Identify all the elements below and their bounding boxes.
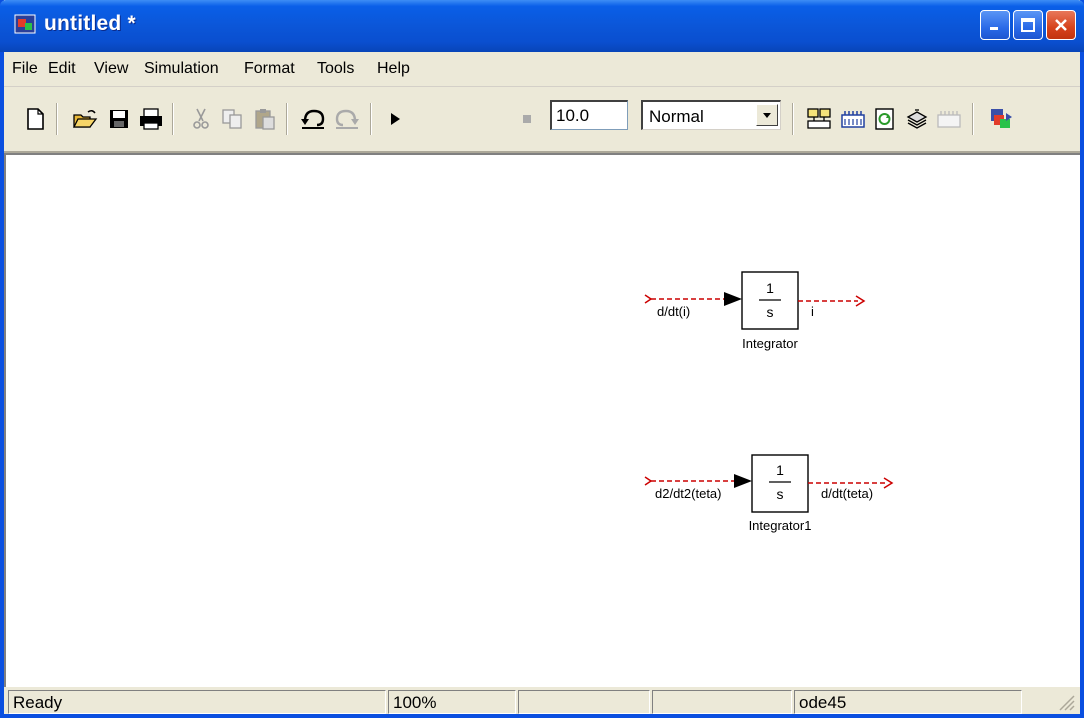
status-cell-empty xyxy=(518,690,650,714)
toolbar-separator xyxy=(370,103,372,135)
toggle-icon xyxy=(991,109,1012,128)
build-button[interactable] xyxy=(804,105,834,133)
open-icon xyxy=(72,109,98,128)
model-explorer-button[interactable] xyxy=(902,105,932,133)
new-model-icon xyxy=(27,108,44,130)
toggle-button[interactable] xyxy=(986,105,1016,133)
start-simulation-icon xyxy=(391,113,400,125)
input-signal-label: d/dt(i) xyxy=(657,304,690,319)
debug-button[interactable] xyxy=(934,105,964,133)
copy-icon xyxy=(222,109,242,129)
minimize-icon xyxy=(990,27,998,30)
menu-view[interactable]: View xyxy=(94,60,128,78)
input-signal-label: d2/dt2(teta) xyxy=(655,486,722,501)
print-icon xyxy=(140,108,162,130)
maximize-icon xyxy=(1021,18,1035,32)
input-port-icon xyxy=(734,474,752,488)
block-diagram[interactable]: 1 s d/dt(i) i Integrator 1 s d2/dt2(teta… xyxy=(6,155,1080,687)
paste-icon xyxy=(255,109,275,130)
paste-button[interactable] xyxy=(250,105,280,133)
dropdown-button[interactable] xyxy=(756,104,778,126)
stop-time-input[interactable]: 10.0 xyxy=(550,100,628,130)
close-icon xyxy=(1055,19,1067,31)
menu-help[interactable]: Help xyxy=(377,60,410,78)
input-port-icon xyxy=(724,292,742,306)
update-diagram-button[interactable] xyxy=(870,105,900,133)
simulation-mode-select[interactable]: Normal xyxy=(641,100,781,130)
print-button[interactable] xyxy=(136,105,166,133)
solver-name: ode45 xyxy=(794,690,1022,714)
toolbar-separator xyxy=(172,103,174,135)
block-name-label[interactable]: Integrator1 xyxy=(749,518,812,533)
input-arrow-marker xyxy=(644,294,653,304)
menu-format[interactable]: Format xyxy=(244,60,295,78)
transfer-denominator: s xyxy=(777,486,784,502)
menu-file[interactable]: File xyxy=(12,60,38,78)
save-icon xyxy=(110,110,128,128)
toolbar-separator xyxy=(286,103,288,135)
block-name-label[interactable]: Integrator xyxy=(742,336,798,351)
output-arrow-marker xyxy=(883,477,894,489)
menu-simulation[interactable]: Simulation xyxy=(144,60,219,78)
stop-simulation-icon xyxy=(523,115,531,123)
output-signal-label: d/dt(teta) xyxy=(821,486,873,501)
zoom-level: 100% xyxy=(388,690,516,714)
toolbar-separator xyxy=(56,103,58,135)
status-text: Ready xyxy=(8,690,386,714)
undo-icon xyxy=(301,109,325,129)
status-cell-empty xyxy=(652,690,792,714)
transfer-numerator: 1 xyxy=(766,280,774,296)
menu-tools[interactable]: Tools xyxy=(317,60,354,78)
status-bar: Ready 100% ode45 xyxy=(4,688,1080,714)
resize-grip-icon[interactable] xyxy=(1056,692,1076,712)
new-model-button[interactable] xyxy=(20,105,50,133)
build-icon xyxy=(807,108,831,129)
library-browser-button[interactable] xyxy=(838,105,868,133)
minimize-button[interactable] xyxy=(980,10,1010,40)
window-title: untitled * xyxy=(44,12,136,35)
cut-button[interactable] xyxy=(186,105,216,133)
simulink-window: untitled * File Edit View Simulation For… xyxy=(0,0,1084,718)
start-simulation-button[interactable] xyxy=(380,105,410,133)
close-button[interactable] xyxy=(1046,10,1076,40)
menu-bar: File Edit View Simulation Format Tools H… xyxy=(4,52,1080,87)
stop-simulation-button[interactable] xyxy=(512,105,542,133)
toolbar-separator xyxy=(972,103,974,135)
menu-edit[interactable]: Edit xyxy=(48,60,76,78)
input-arrow-marker xyxy=(644,476,653,486)
model-explorer-icon xyxy=(906,109,928,129)
chevron-down-icon xyxy=(763,113,771,118)
redo-button[interactable] xyxy=(332,105,362,133)
transfer-denominator: s xyxy=(767,304,774,320)
redo-icon xyxy=(335,109,359,129)
title-bar[interactable]: untitled * xyxy=(0,0,1084,52)
integrator1-block[interactable]: 1 s d2/dt2(teta) d/dt(teta) Integrator1 xyxy=(644,454,894,533)
open-button[interactable] xyxy=(70,105,100,133)
transfer-numerator: 1 xyxy=(776,462,784,478)
integrator-block[interactable]: 1 s d/dt(i) i Integrator xyxy=(644,271,866,351)
cut-icon xyxy=(193,108,209,129)
save-button[interactable] xyxy=(104,105,134,133)
library-browser-icon xyxy=(841,111,865,128)
model-canvas[interactable]: 1 s d/dt(i) i Integrator 1 s d2/dt2(teta… xyxy=(4,153,1080,687)
toolbar-separator xyxy=(792,103,794,135)
toolbar: 10.0 Normal xyxy=(4,87,1080,153)
output-signal-label: i xyxy=(811,304,814,319)
simulation-mode-value: Normal xyxy=(649,107,704,126)
update-diagram-icon xyxy=(875,108,894,130)
copy-button[interactable] xyxy=(218,105,248,133)
maximize-button[interactable] xyxy=(1013,10,1043,40)
simulink-app-icon[interactable] xyxy=(14,14,36,34)
debug-icon xyxy=(937,111,961,128)
undo-button[interactable] xyxy=(298,105,328,133)
